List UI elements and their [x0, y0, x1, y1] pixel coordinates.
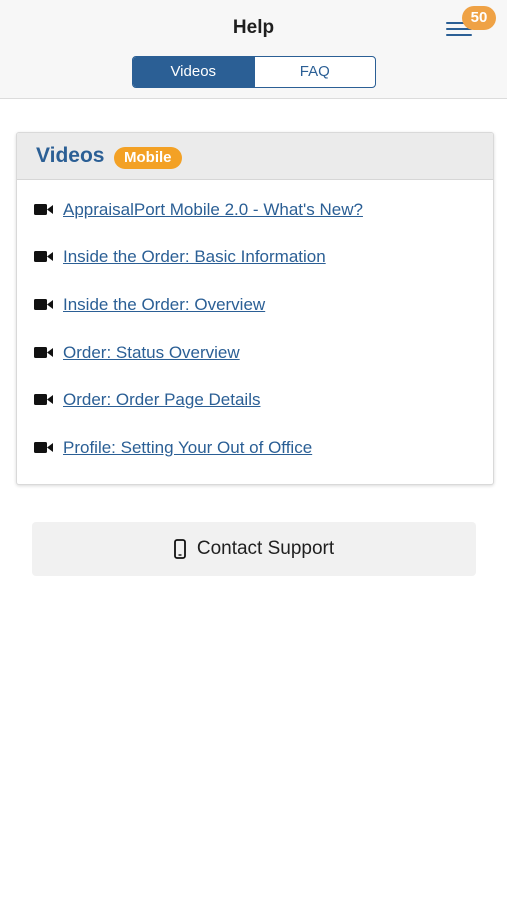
video-link[interactable]: AppraisalPort Mobile 2.0 - What's New? — [63, 200, 363, 220]
video-camera-icon — [34, 251, 53, 262]
video-camera-icon — [34, 299, 53, 310]
video-link[interactable]: Order: Status Overview — [63, 343, 240, 363]
mobile-tag: Mobile — [114, 147, 182, 169]
tab-videos[interactable]: Videos — [133, 57, 254, 87]
mobile-phone-icon — [173, 539, 186, 559]
video-camera-icon — [34, 442, 53, 453]
video-link[interactable]: Order: Order Page Details — [63, 390, 260, 410]
video-link[interactable]: Profile: Setting Your Out of Office — [63, 438, 312, 458]
video-camera-icon — [34, 394, 53, 405]
video-link[interactable]: Inside the Order: Basic Information — [63, 247, 326, 267]
video-link[interactable]: Inside the Order: Overview — [63, 295, 265, 315]
video-camera-icon — [34, 204, 53, 215]
list-item: Order: Status Overview — [17, 339, 493, 369]
videos-card-title: Videos — [36, 144, 105, 167]
contact-support-button[interactable]: Contact Support — [32, 522, 476, 576]
list-item: AppraisalPort Mobile 2.0 - What's New? — [17, 196, 493, 226]
list-item: Inside the Order: Basic Information — [17, 243, 493, 273]
tab-faq[interactable]: FAQ — [253, 57, 376, 87]
tab-switcher: Videos FAQ — [132, 56, 376, 88]
list-item: Order: Order Page Details — [17, 386, 493, 416]
page-title: Help — [232, 17, 275, 38]
videos-card-header: Videos Mobile — [17, 133, 493, 180]
list-item: Profile: Setting Your Out of Office — [17, 434, 493, 464]
notification-badge[interactable]: 50 — [462, 6, 496, 30]
list-item: Inside the Order: Overview — [17, 291, 493, 321]
contact-support-label: Contact Support — [196, 538, 335, 559]
app-header: Help 50 Videos FAQ — [0, 0, 507, 99]
video-camera-icon — [34, 347, 53, 358]
videos-card: Videos Mobile AppraisalPort Mobile 2.0 -… — [16, 132, 494, 485]
